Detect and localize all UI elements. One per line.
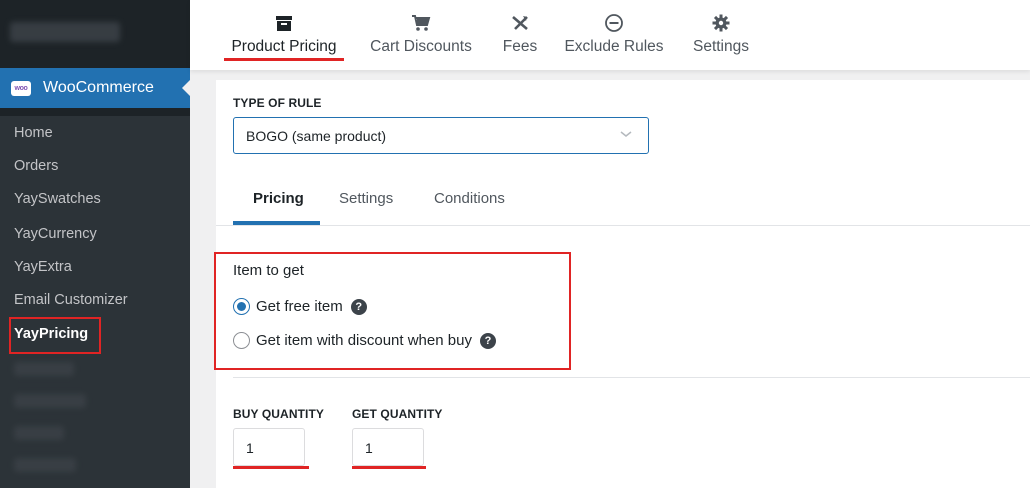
get-quantity-label: GET QUANTITY <box>352 407 443 421</box>
sidebar-item-yayextra[interactable]: YayExtra <box>14 259 72 275</box>
section-divider <box>233 377 1030 378</box>
tab-product-pricing[interactable]: Product Pricing <box>224 0 344 70</box>
input-value: 1 <box>246 440 254 456</box>
blurred-menu-item <box>14 426 64 440</box>
blurred-menu-item <box>10 22 120 42</box>
gear-icon <box>712 14 730 32</box>
get-quantity-underline-mark <box>352 466 426 469</box>
sidebar-item-orders[interactable]: Orders <box>14 158 58 174</box>
current-menu-arrow <box>182 80 190 96</box>
tab-label: Product Pricing <box>231 38 337 55</box>
help-icon[interactable]: ? <box>479 332 496 349</box>
get-quantity-input[interactable]: 1 <box>352 428 424 466</box>
blurred-menu-item <box>14 362 74 376</box>
minus-circle-icon <box>605 14 623 32</box>
item-to-get-title: Item to get <box>233 262 304 279</box>
type-of-rule-select[interactable]: BOGO (same product) <box>233 117 649 154</box>
radio-label: Get item with discount when buy <box>256 332 472 349</box>
subtab-pricing[interactable]: Pricing <box>253 190 304 207</box>
active-tab-underline <box>224 58 344 61</box>
chevron-down-icon <box>620 131 632 137</box>
plane-icon <box>512 16 528 30</box>
tab-fees[interactable]: Fees <box>500 0 540 70</box>
tab-label: Fees <box>502 38 538 55</box>
radio-button[interactable] <box>233 332 250 349</box>
radio-button[interactable] <box>233 298 250 315</box>
sidebar-item-yayswatches[interactable]: YaySwatches <box>14 191 101 207</box>
tab-label: Exclude Rules <box>564 38 664 55</box>
select-value: BOGO (same product) <box>246 128 387 144</box>
help-icon[interactable]: ? <box>350 298 367 315</box>
sidebar-item-label: WooCommerce <box>43 79 154 96</box>
tab-settings[interactable]: Settings <box>690 0 752 70</box>
blurred-menu-item <box>14 394 86 408</box>
subtab-settings[interactable]: Settings <box>339 190 393 207</box>
radio-get-item-with-discount[interactable]: Get item with discount when buy ? <box>233 332 496 349</box>
tab-exclude-rules[interactable]: Exclude Rules <box>564 0 664 70</box>
tab-label: Cart Discounts <box>370 38 472 55</box>
plugin-top-nav: Product Pricing Cart Discounts Fees Excl… <box>190 0 1030 70</box>
admin-sidebar: woo WooCommerce Home Orders YaySwatches … <box>0 0 190 488</box>
input-value: 1 <box>365 440 373 456</box>
rule-subtabs: Pricing Settings Conditions <box>216 180 1030 226</box>
subtab-conditions[interactable]: Conditions <box>434 190 505 207</box>
buy-quantity-input[interactable]: 1 <box>233 428 305 466</box>
sidebar-item-email-customizer[interactable]: Email Customizer <box>14 292 128 308</box>
buy-quantity-underline-mark <box>233 466 309 469</box>
cart-icon <box>412 15 431 31</box>
sidebar-item-home[interactable]: Home <box>14 125 53 141</box>
type-of-rule-label: TYPE OF RULE <box>233 96 322 110</box>
yaypricing-highlight-box <box>9 317 101 354</box>
rule-editor-panel: TYPE OF RULE BOGO (same product) Pricing… <box>214 80 1030 488</box>
active-subtab-underline <box>233 221 320 225</box>
radio-get-free-item[interactable]: Get free item ? <box>233 298 367 315</box>
tab-label: Settings <box>692 38 749 55</box>
sidebar-item-yaycurrency[interactable]: YayCurrency <box>14 226 97 242</box>
sidebar-item-woocommerce[interactable]: woo WooCommerce <box>0 68 190 108</box>
blurred-menu-item <box>14 458 76 472</box>
woocommerce-logo-icon: woo <box>11 80 31 96</box>
archive-icon <box>276 16 292 31</box>
buy-quantity-label: BUY QUANTITY <box>233 407 324 421</box>
radio-label: Get free item <box>256 298 343 315</box>
tab-cart-discounts[interactable]: Cart Discounts <box>366 0 476 70</box>
